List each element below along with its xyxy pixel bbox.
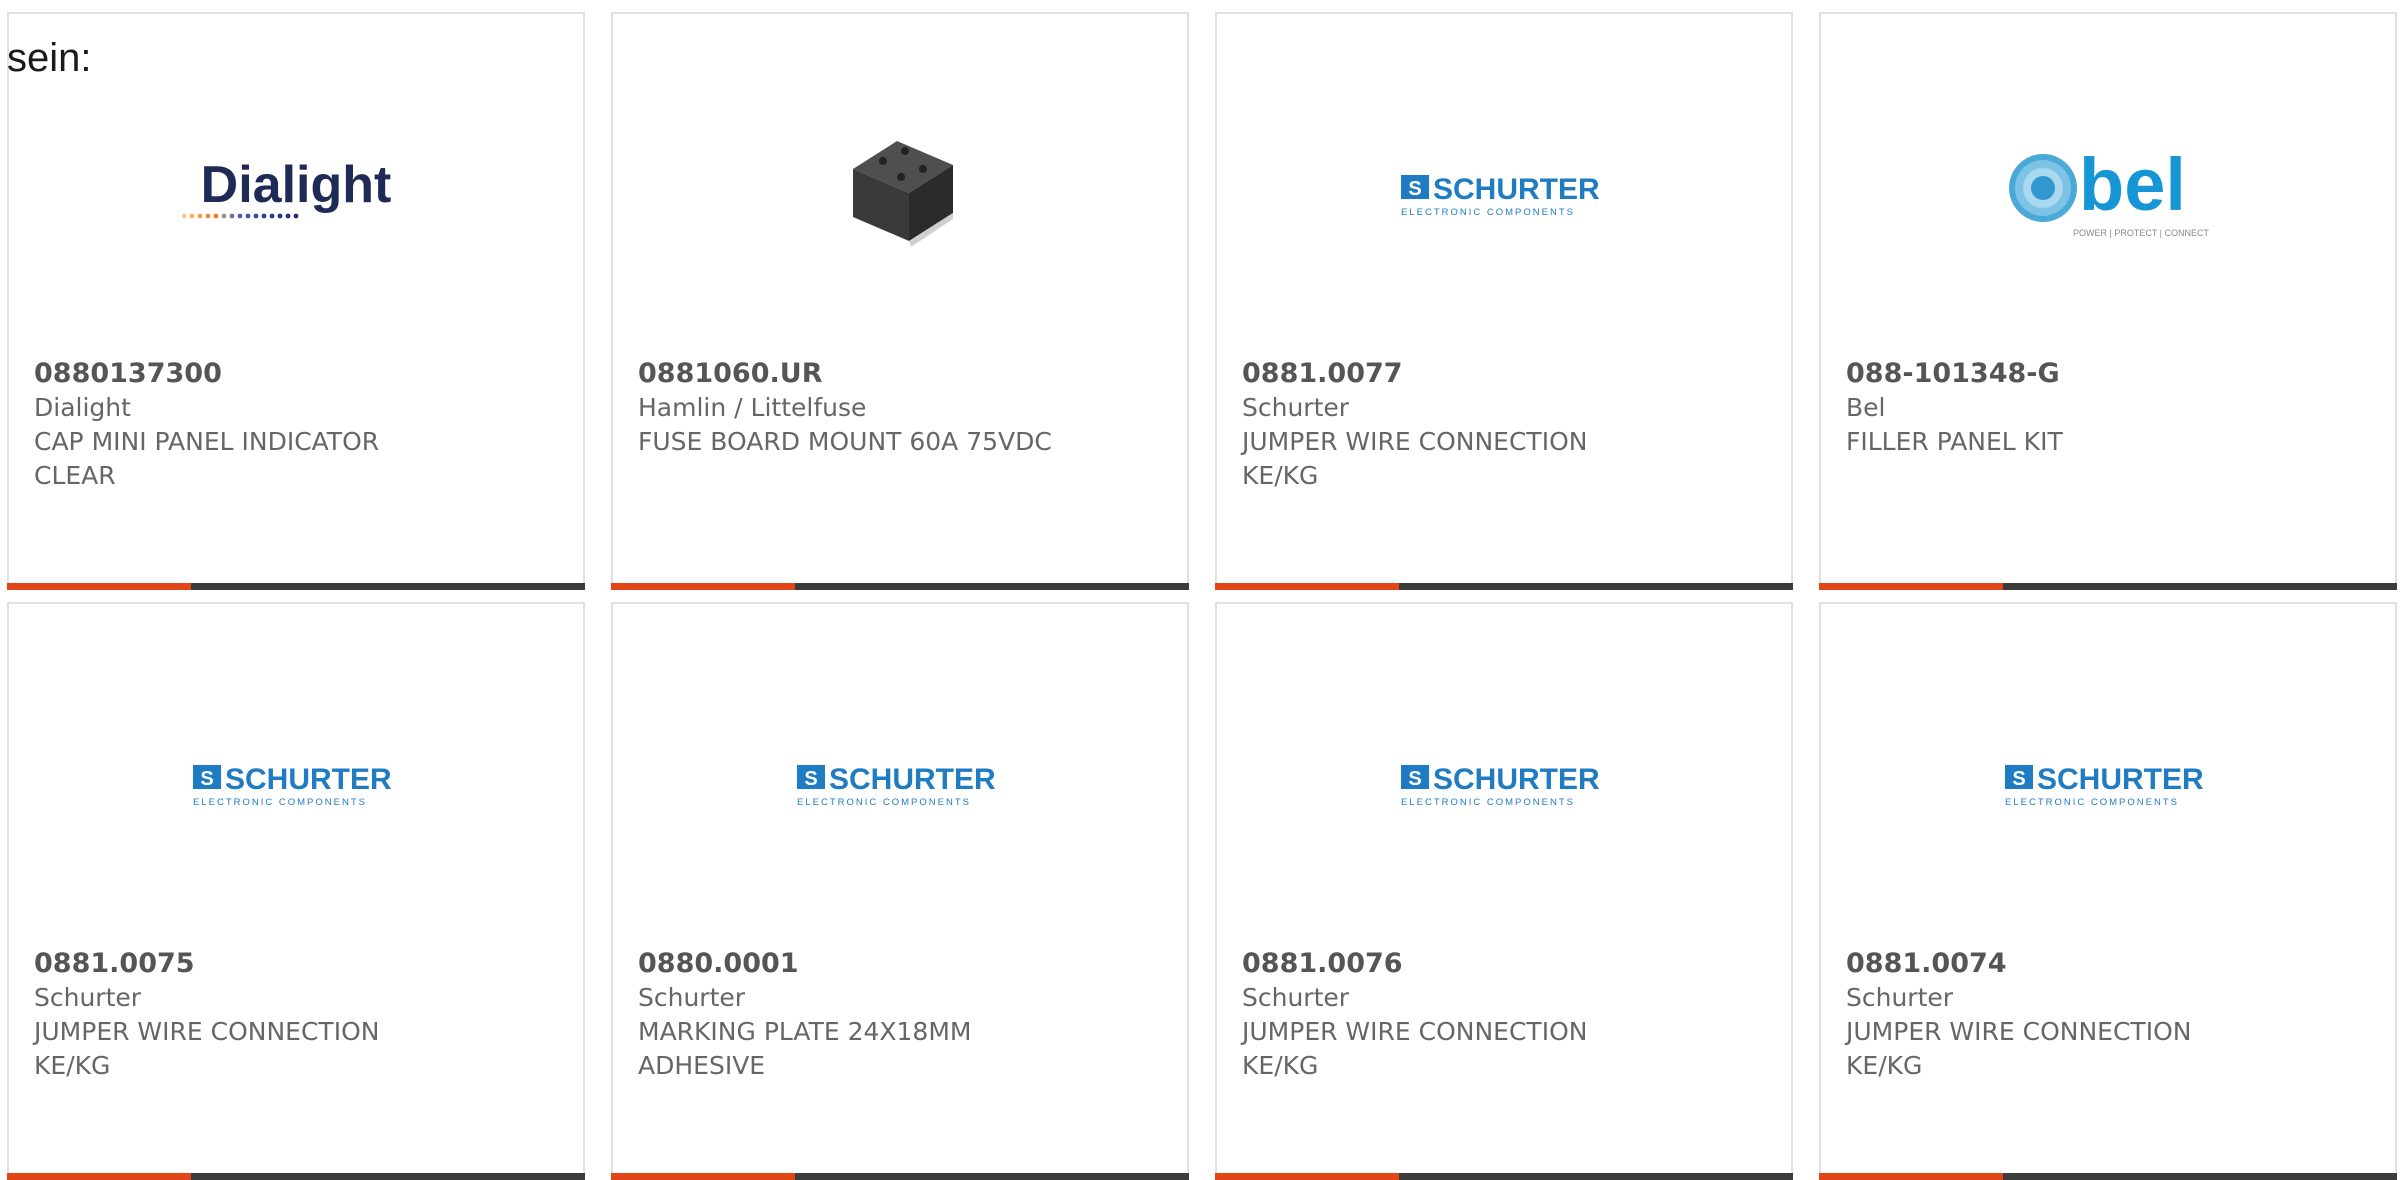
- part-number[interactable]: 088-101348-G: [1846, 357, 2370, 391]
- svg-text:S: S: [200, 768, 213, 790]
- dialight-dots: [181, 213, 299, 219]
- svg-text:POWER | PROTECT | CONNECT: POWER | PROTECT | CONNECT: [2073, 228, 2210, 238]
- schurter-logo: S SCHURTER ELECTRONIC COMPONENTS: [9, 724, 583, 844]
- svg-text:S: S: [804, 768, 817, 790]
- product-card[interactable]: S SCHURTER ELECTRONIC COMPONENTS 0881.00…: [1819, 602, 2397, 1180]
- description: JUMPER WIRE CONNECTION KE/KG: [34, 1017, 380, 1080]
- schurter-wordmark: SCHURTER: [225, 763, 392, 796]
- card-bottom-bar: [7, 583, 585, 590]
- card-bottom-bar: [1819, 583, 2397, 590]
- part-number[interactable]: 0881.0076: [1242, 947, 1766, 981]
- schurter-logo: S SCHURTER ELECTRONIC COMPONENTS: [1217, 134, 1791, 254]
- bel-logo: bel POWER | PROTECT | CONNECT: [1821, 134, 2395, 254]
- svg-text:ELECTRONIC COMPONENTS: ELECTRONIC COMPONENTS: [1401, 797, 1575, 808]
- svg-text:ELECTRONIC COMPONENTS: ELECTRONIC COMPONENTS: [1401, 207, 1575, 218]
- product-card[interactable]: S SCHURTER ELECTRONIC COMPONENTS 0880.00…: [611, 602, 1189, 1180]
- card-bottom-bar: [1215, 583, 1793, 590]
- description: JUMPER WIRE CONNECTION KE/KG: [1242, 1017, 1588, 1080]
- card-bottom-bar: [7, 1173, 585, 1180]
- schurter-logo: S SCHURTER ELECTRONIC COMPONENTS: [1821, 724, 2395, 844]
- product-card[interactable]: 0881060.UR Hamlin / Littelfuse FUSE BOAR…: [611, 12, 1189, 590]
- svg-text:S: S: [1408, 768, 1421, 790]
- part-number[interactable]: 0881060.UR: [638, 357, 1162, 391]
- schurter-wordmark: SCHURTER: [1433, 763, 1600, 796]
- description: FUSE BOARD MOUNT 60A 75VDC: [638, 427, 1052, 456]
- card-bottom-bar: [1819, 1173, 2397, 1180]
- svg-text:ELECTRONIC COMPONENTS: ELECTRONIC COMPONENTS: [2005, 797, 2179, 808]
- card-bottom-bar: [1215, 1173, 1793, 1180]
- part-number[interactable]: 0880.0001: [638, 947, 1162, 981]
- bel-dot-globe: [2009, 154, 2077, 222]
- manufacturer: Schurter: [1846, 983, 1954, 1012]
- dialight-logo-text: Dialight: [201, 156, 392, 214]
- product-card[interactable]: S SCHURTER ELECTRONIC COMPONENTS 0881.00…: [1215, 602, 1793, 1180]
- manufacturer: Bel: [1846, 393, 1886, 422]
- manufacturer: Schurter: [638, 983, 746, 1012]
- description: CAP MINI PANEL INDICATOR CLEAR: [34, 427, 380, 490]
- part-number[interactable]: 0881.0077: [1242, 357, 1766, 391]
- bel-wordmark: bel: [2079, 144, 2186, 226]
- product-card[interactable]: S SCHURTER ELECTRONIC COMPONENTS 0881.00…: [1215, 12, 1793, 590]
- manufacturer: Schurter: [1242, 983, 1350, 1012]
- fuse-product-image: [613, 134, 1187, 254]
- part-number[interactable]: 0881.0075: [34, 947, 558, 981]
- svg-text:S: S: [2012, 768, 2025, 790]
- schurter-wordmark: SCHURTER: [2037, 763, 2204, 796]
- description: JUMPER WIRE CONNECTION KE/KG: [1242, 427, 1588, 490]
- part-number[interactable]: 0881.0074: [1846, 947, 2370, 981]
- intro-text: sein:: [7, 36, 92, 80]
- part-number[interactable]: 0880137300: [34, 357, 558, 391]
- product-card[interactable]: Dialight 0880137300 Dialight CAP MINI PA…: [7, 12, 585, 590]
- schurter-logo: S SCHURTER ELECTRONIC COMPONENTS: [613, 724, 1187, 844]
- schurter-wordmark: SCHURTER: [1433, 173, 1600, 206]
- card-bottom-bar: [611, 1173, 1189, 1180]
- product-card[interactable]: S SCHURTER ELECTRONIC COMPONENTS 0881.00…: [7, 602, 585, 1180]
- card-bottom-bar: [611, 583, 1189, 590]
- dialight-logo: Dialight: [9, 134, 583, 254]
- svg-text:ELECTRONIC COMPONENTS: ELECTRONIC COMPONENTS: [797, 797, 971, 808]
- manufacturer: Dialight: [34, 393, 131, 422]
- manufacturer: Schurter: [1242, 393, 1350, 422]
- description: JUMPER WIRE CONNECTION KE/KG: [1846, 1017, 2192, 1080]
- manufacturer: Hamlin / Littelfuse: [638, 393, 867, 422]
- description: FILLER PANEL KIT: [1846, 427, 2063, 456]
- svg-text:S: S: [1408, 178, 1421, 200]
- schurter-logo: S SCHURTER ELECTRONIC COMPONENTS: [1217, 724, 1791, 844]
- product-card[interactable]: bel POWER | PROTECT | CONNECT 088-101348…: [1819, 12, 2397, 590]
- description: MARKING PLATE 24X18MM ADHESIVE: [638, 1017, 972, 1080]
- schurter-wordmark: SCHURTER: [829, 763, 996, 796]
- svg-text:ELECTRONIC COMPONENTS: ELECTRONIC COMPONENTS: [193, 797, 367, 808]
- manufacturer: Schurter: [34, 983, 142, 1012]
